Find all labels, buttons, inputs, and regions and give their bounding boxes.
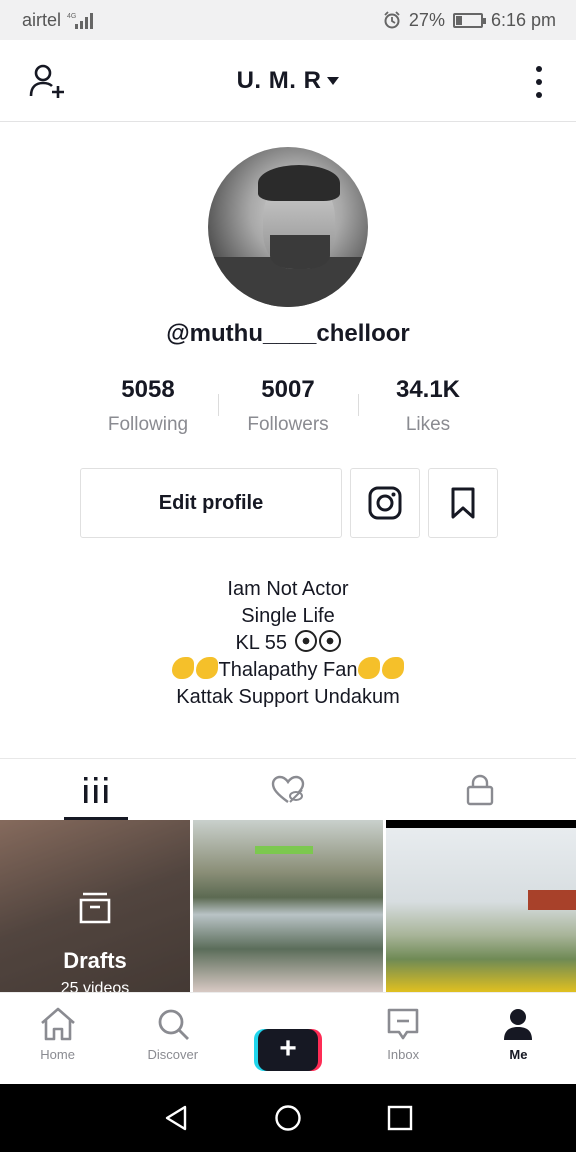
bottom-nav: Home Discover + Inbox Me <box>0 992 576 1084</box>
avatar[interactable] <box>208 147 368 307</box>
battery-icon <box>452 12 486 28</box>
bio: Iam Not Actor Single Life KL 55 Thalapat… <box>0 576 576 711</box>
nav-create[interactable]: + <box>230 993 345 1084</box>
nav-inbox[interactable]: Inbox <box>346 993 461 1084</box>
carrier-name: airtel <box>22 9 62 30</box>
instagram-icon <box>368 486 402 520</box>
bookmark-icon <box>451 487 475 519</box>
followers-count: 5007 <box>261 376 315 403</box>
drafts-tile[interactable]: Drafts 25 videos <box>0 820 190 992</box>
profile-tabs <box>0 758 576 820</box>
heart-hidden-icon <box>271 775 305 803</box>
bio-line: Single Life <box>241 605 335 627</box>
tab-private[interactable] <box>384 759 576 820</box>
carrier-info: airtel 4G <box>22 9 94 31</box>
tab-liked[interactable] <box>192 759 384 820</box>
status-right: 27% 6:16 pm <box>383 10 556 31</box>
flexed-biceps-icon <box>171 657 194 679</box>
video-grid: Drafts 25 videos <box>0 820 576 992</box>
nav-me[interactable]: Me <box>461 993 576 1084</box>
likes-count: 34.1K <box>395 376 461 403</box>
edit-profile-button[interactable]: Edit profile <box>80 468 342 538</box>
following-label: Following <box>107 414 189 435</box>
following-count: 5058 <box>121 376 175 403</box>
bio-line: Thalapathy Fan <box>0 657 576 684</box>
bio-text: KL 55 <box>235 632 287 654</box>
tab-videos[interactable] <box>0 759 192 820</box>
signal-icon: 4G <box>67 13 94 29</box>
nav-home[interactable]: Home <box>0 993 115 1084</box>
recents-icon[interactable] <box>387 1105 413 1131</box>
instagram-button[interactable] <box>350 468 420 538</box>
clock: 6:16 pm <box>490 9 556 30</box>
plus-icon: + <box>258 1029 318 1071</box>
grid-icon <box>84 776 108 803</box>
create-button[interactable]: + <box>254 1029 322 1071</box>
system-navigation-bar <box>0 1084 576 1152</box>
stat-likes[interactable]: 34.1K Likes <box>358 376 498 436</box>
network-type: 4G <box>67 13 76 20</box>
status-bar: airtel 4G 27% 6:16 pm <box>0 0 576 40</box>
person-icon <box>504 1009 533 1040</box>
battery-percent: 27% <box>408 9 445 30</box>
soccer-ball-icon <box>318 630 341 652</box>
likes-label: Likes <box>405 414 451 435</box>
flexed-biceps-icon <box>195 657 218 679</box>
profile-actions: Edit profile <box>80 468 498 538</box>
nav-home-label: Home <box>40 1047 75 1062</box>
back-icon[interactable] <box>163 1104 189 1132</box>
inbox-icon <box>387 1008 419 1040</box>
account-name: U. M. R <box>236 66 322 94</box>
flexed-biceps-icon <box>382 657 405 679</box>
profile-header: U. M. R <box>0 40 576 122</box>
nav-discover[interactable]: Discover <box>115 993 230 1084</box>
nav-inbox-label: Inbox <box>387 1047 420 1062</box>
search-icon <box>158 1009 189 1040</box>
account-switcher[interactable]: U. M. R <box>237 67 340 95</box>
lock-icon <box>466 774 494 805</box>
flexed-biceps-icon <box>358 657 381 679</box>
bio-line: KL 55 <box>0 630 576 657</box>
bio-line: Iam Not Actor <box>227 578 349 600</box>
alarm-icon <box>384 11 400 29</box>
nav-me-label: Me <box>509 1047 528 1062</box>
bio-line: Kattak Support Undakum <box>176 686 400 708</box>
chevron-down-icon <box>327 76 340 85</box>
home-icon <box>40 1007 75 1041</box>
drafts-count: 25 videos <box>60 980 130 992</box>
video-thumbnail[interactable] <box>386 820 576 992</box>
bookmarks-button[interactable] <box>428 468 498 538</box>
home-circle-icon[interactable] <box>274 1104 302 1132</box>
username: @muthu____chelloor <box>166 320 410 347</box>
bio-text: Thalapathy Fan <box>218 659 358 681</box>
stats-row: 5058 Following 5007 Followers 34.1K Like… <box>78 376 498 436</box>
soccer-ball-icon <box>294 630 317 652</box>
stat-followers[interactable]: 5007 Followers <box>218 376 358 436</box>
person-add-icon[interactable] <box>28 62 68 102</box>
more-vertical-icon[interactable] <box>534 66 544 98</box>
stat-following[interactable]: 5058 Following <box>78 376 218 436</box>
drafts-label: Drafts <box>63 948 127 973</box>
followers-label: Followers <box>247 414 329 435</box>
drafts-box-icon <box>79 892 111 924</box>
video-thumbnail[interactable] <box>193 820 383 992</box>
nav-discover-label: Discover <box>147 1047 199 1062</box>
